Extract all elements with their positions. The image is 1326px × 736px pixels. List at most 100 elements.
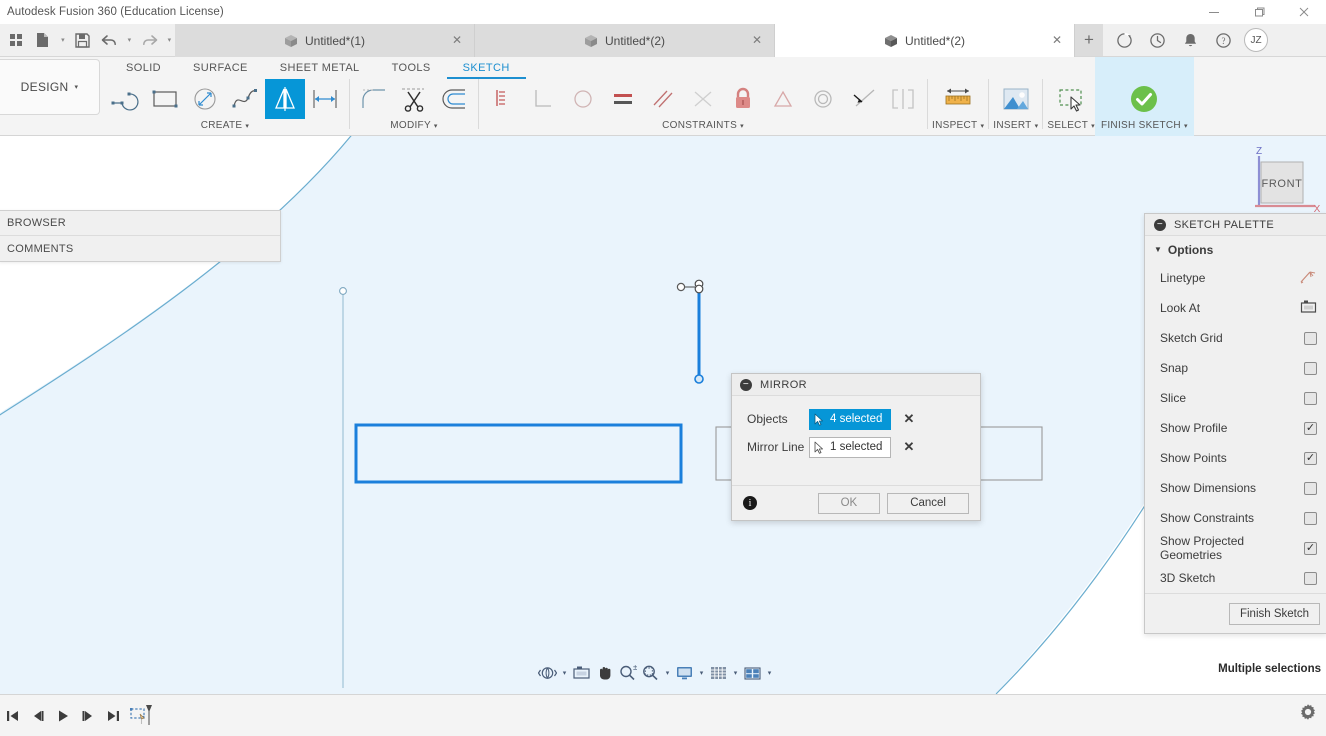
symmetry-constraint[interactable] xyxy=(883,79,923,119)
palette-row-show-profile[interactable]: Show Profile xyxy=(1145,413,1326,443)
horizontal-vertical-constraint[interactable] xyxy=(483,79,523,119)
document-tab-2-close-icon[interactable]: ✕ xyxy=(750,33,764,47)
undo-caret-icon[interactable]: ▾ xyxy=(124,26,135,54)
viewports-icon[interactable] xyxy=(741,661,764,685)
finish-sketch-tool[interactable] xyxy=(1124,79,1164,119)
view-cube[interactable]: Z X FRONT xyxy=(1233,144,1321,220)
timeline-sketch-feature-icon[interactable] xyxy=(125,702,159,730)
comments-panel-header[interactable]: COMMENTS xyxy=(0,236,280,261)
palette-checkbox-sketch-grid[interactable] xyxy=(1304,331,1317,345)
mirror-line-clear-icon[interactable]: ✕ xyxy=(903,439,914,455)
collapse-icon[interactable]: − xyxy=(1154,218,1166,231)
fix-unfix-constraint[interactable] xyxy=(723,79,763,119)
zoom-window-icon[interactable] xyxy=(639,661,662,685)
tangent-constraint[interactable] xyxy=(683,79,723,119)
redo-caret-icon[interactable]: ▾ xyxy=(164,26,175,54)
palette-row-snap[interactable]: Snap xyxy=(1145,353,1326,383)
palette-checkbox-show-dimensions[interactable] xyxy=(1304,481,1317,495)
mirror-line-select-button[interactable]: 1 selected xyxy=(809,436,892,458)
display-settings-icon[interactable] xyxy=(673,661,696,685)
mirror-tool[interactable] xyxy=(265,79,305,119)
data-panel-icon[interactable] xyxy=(4,26,29,54)
mirror-dialog[interactable]: − MIRROR Objects 4 selected ✕ Mirror Lin… xyxy=(731,373,981,521)
cancel-button[interactable]: Cancel xyxy=(887,492,969,514)
palette-checkbox-show-points[interactable] xyxy=(1304,451,1317,465)
new-tab-button[interactable]: + xyxy=(1075,24,1103,56)
notifications-icon[interactable] xyxy=(1174,24,1206,57)
palette-finish-sketch-button[interactable]: Finish Sketch xyxy=(1228,602,1320,625)
select-tool[interactable] xyxy=(1051,79,1091,119)
collapse-icon[interactable]: − xyxy=(740,378,752,391)
spline-tool[interactable] xyxy=(225,79,265,119)
undo-icon[interactable] xyxy=(97,26,122,54)
document-tab-2[interactable]: Untitled*(2) ✕ xyxy=(475,24,775,57)
palette-row-show-projected-geometries[interactable]: Show Projected Geometries xyxy=(1145,533,1326,563)
linetype-icon[interactable] xyxy=(1300,269,1317,287)
palette-checkbox-3d-sketch[interactable] xyxy=(1304,571,1317,585)
ribbon-tab-sheet-metal[interactable]: SHEET METAL xyxy=(264,57,376,79)
rectangle-tool[interactable] xyxy=(145,79,185,119)
palette-row-show-dimensions[interactable]: Show Dimensions xyxy=(1145,473,1326,503)
equal-constraint[interactable] xyxy=(603,79,643,119)
browser-panel-header[interactable]: BROWSER xyxy=(0,211,280,236)
offset-tool[interactable] xyxy=(434,79,474,119)
orbit-icon[interactable] xyxy=(536,661,559,685)
save-icon[interactable] xyxy=(71,26,96,54)
info-icon[interactable]: i xyxy=(743,496,757,510)
palette-row-3d-sketch[interactable]: 3D Sketch xyxy=(1145,563,1326,593)
new-document-caret-icon[interactable]: ▾ xyxy=(57,26,68,54)
palette-checkbox-slice[interactable] xyxy=(1304,391,1317,405)
line-tool[interactable] xyxy=(105,79,145,119)
fillet-tool[interactable] xyxy=(354,79,394,119)
redo-icon[interactable] xyxy=(137,26,162,54)
circle-tool[interactable] xyxy=(185,79,225,119)
palette-checkbox-show-profile[interactable] xyxy=(1304,421,1317,435)
settings-gear-icon[interactable] xyxy=(1298,702,1318,725)
look-at-icon[interactable] xyxy=(1300,299,1317,317)
document-tab-1-close-icon[interactable]: ✕ xyxy=(450,33,464,47)
document-tab-3-close-icon[interactable]: ✕ xyxy=(1050,33,1064,47)
timeline-prev-icon[interactable] xyxy=(25,702,50,730)
recent-documents-icon[interactable] xyxy=(1141,24,1173,57)
maximize-button[interactable] xyxy=(1236,0,1281,24)
workspace-selector[interactable]: DESIGN ▾ xyxy=(0,59,100,115)
coincident-constraint[interactable] xyxy=(803,79,843,119)
orbit-caret-icon[interactable]: ▾ xyxy=(559,661,570,685)
new-document-icon[interactable] xyxy=(31,26,56,54)
viewports-caret-icon[interactable]: ▾ xyxy=(764,661,775,685)
user-avatar[interactable]: JZ xyxy=(1244,28,1268,52)
sketch-palette-options-section[interactable]: ▼ Options xyxy=(1145,236,1326,263)
concentric-constraint[interactable] xyxy=(563,79,603,119)
grid-snaps-caret-icon[interactable]: ▾ xyxy=(730,661,741,685)
ribbon-group-finish-sketch[interactable]: FINISH SKETCH ▾ xyxy=(1094,57,1194,136)
ribbon-tab-surface[interactable]: SURFACE xyxy=(177,57,264,79)
timeline-end-icon[interactable] xyxy=(100,702,125,730)
timeline-next-icon[interactable] xyxy=(75,702,100,730)
midpoint-constraint[interactable] xyxy=(763,79,803,119)
mirror-objects-clear-icon[interactable]: ✕ xyxy=(903,411,914,427)
timeline-play-icon[interactable] xyxy=(50,702,75,730)
palette-checkbox-snap[interactable] xyxy=(1304,361,1317,375)
parallel-constraint[interactable] xyxy=(643,79,683,119)
document-tab-1[interactable]: Untitled*(1) ✕ xyxy=(175,24,475,57)
display-settings-caret-icon[interactable]: ▾ xyxy=(696,661,707,685)
sketch-dimension-tool[interactable] xyxy=(305,79,345,119)
close-button[interactable] xyxy=(1281,0,1326,24)
curvature-constraint[interactable] xyxy=(843,79,883,119)
palette-row-linetype[interactable]: Linetype xyxy=(1145,263,1326,293)
palette-checkbox-show-constraints[interactable] xyxy=(1304,511,1317,525)
mirror-objects-select-button[interactable]: 4 selected xyxy=(809,408,892,430)
insert-image-tool[interactable] xyxy=(996,79,1036,119)
timeline-start-icon[interactable] xyxy=(0,702,25,730)
palette-row-look-at[interactable]: Look At xyxy=(1145,293,1326,323)
job-status-icon[interactable] xyxy=(1108,24,1140,57)
measure-tool[interactable] xyxy=(938,79,978,119)
palette-row-show-points[interactable]: Show Points xyxy=(1145,443,1326,473)
grid-snaps-icon[interactable] xyxy=(707,661,730,685)
ribbon-tab-tools[interactable]: TOOLS xyxy=(376,57,447,79)
palette-row-sketch-grid[interactable]: Sketch Grid xyxy=(1145,323,1326,353)
palette-row-show-constraints[interactable]: Show Constraints xyxy=(1145,503,1326,533)
zoom-window-caret-icon[interactable]: ▾ xyxy=(662,661,673,685)
ok-button[interactable]: OK xyxy=(817,492,881,514)
palette-checkbox-show-projected-geometries[interactable] xyxy=(1304,541,1317,555)
